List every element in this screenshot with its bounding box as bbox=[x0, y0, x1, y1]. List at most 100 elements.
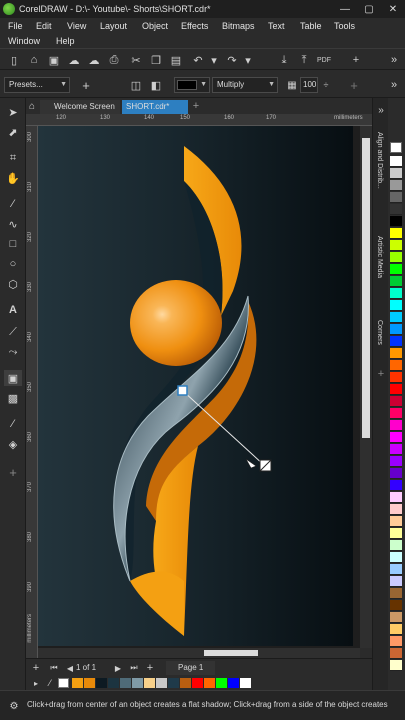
add-docker-icon[interactable]: + bbox=[373, 366, 389, 382]
palette-swatch[interactable] bbox=[390, 192, 402, 203]
maximize-button[interactable]: ▢ bbox=[357, 4, 381, 15]
palette-swatch[interactable] bbox=[390, 324, 402, 335]
document-color-swatch[interactable] bbox=[204, 678, 215, 688]
eyedropper-tool-icon[interactable]: ⁄ bbox=[4, 416, 22, 432]
drawing-canvas[interactable] bbox=[38, 126, 360, 648]
page-tab-1[interactable]: Page 1 bbox=[166, 661, 216, 675]
palette-swatch[interactable] bbox=[390, 288, 402, 299]
drop-shadow-icon[interactable]: ◫ bbox=[128, 77, 144, 93]
menu-tools[interactable]: Tools bbox=[334, 21, 355, 31]
propbar-overflow-icon[interactable]: » bbox=[386, 77, 402, 93]
cut-icon[interactable]: ✂ bbox=[128, 52, 144, 68]
palette-swatch[interactable] bbox=[390, 384, 402, 395]
add-page-after-icon[interactable]: + bbox=[142, 660, 158, 676]
inner-shadow-icon[interactable]: ◧ bbox=[148, 77, 164, 93]
add-tool-icon[interactable]: + bbox=[4, 464, 22, 480]
first-page-icon[interactable]: ⏮ bbox=[46, 660, 62, 676]
palette-swatch[interactable] bbox=[390, 624, 402, 635]
tab-document[interactable]: SHORT.cdr* bbox=[122, 100, 188, 114]
palette-swatch[interactable] bbox=[390, 360, 402, 371]
document-color-swatch[interactable] bbox=[72, 678, 83, 688]
palette-swatch[interactable] bbox=[390, 336, 402, 347]
pdf-export-icon[interactable]: PDF bbox=[316, 52, 332, 68]
palette-swatch[interactable] bbox=[390, 300, 402, 311]
document-color-swatch[interactable] bbox=[120, 678, 131, 688]
palette-swatch[interactable] bbox=[390, 576, 402, 587]
opacity-spinner-icon[interactable]: ÷ bbox=[318, 77, 334, 93]
palette-swatch[interactable] bbox=[390, 408, 402, 419]
palette-swatch[interactable] bbox=[390, 168, 402, 179]
transparency-tool-icon[interactable]: ▩ bbox=[4, 390, 22, 406]
export-icon[interactable]: ⤒ bbox=[296, 52, 312, 68]
vertical-scrollbar[interactable] bbox=[360, 126, 372, 648]
palette-swatch[interactable] bbox=[390, 240, 402, 251]
docker-tab-corners[interactable]: Corners bbox=[376, 320, 383, 345]
palette-swatch[interactable] bbox=[390, 468, 402, 479]
document-color-swatch[interactable] bbox=[240, 678, 251, 688]
palette-swatch[interactable] bbox=[390, 504, 402, 515]
status-settings-icon[interactable]: ⚙ bbox=[6, 698, 22, 714]
menu-layout[interactable]: Layout bbox=[100, 21, 127, 31]
save-icon[interactable]: ▣ bbox=[46, 52, 62, 68]
redo-dropdown-icon[interactable]: ▾ bbox=[240, 52, 256, 68]
parallel-dimension-tool-icon[interactable]: ⟋ bbox=[4, 324, 22, 340]
palette-swatch[interactable] bbox=[390, 636, 402, 647]
ellipse-tool-icon[interactable]: ○ bbox=[4, 256, 22, 272]
document-color-swatch[interactable] bbox=[84, 678, 95, 688]
document-color-swatch[interactable] bbox=[96, 678, 107, 688]
cloud-download-icon[interactable]: ☁ bbox=[86, 52, 102, 68]
palette-swatch[interactable] bbox=[390, 252, 402, 263]
text-tool-icon[interactable]: A bbox=[4, 302, 22, 318]
document-color-swatch[interactable] bbox=[192, 678, 203, 688]
no-color-swatch[interactable] bbox=[58, 678, 69, 688]
palette-swatch[interactable] bbox=[390, 156, 402, 167]
connector-tool-icon[interactable]: ⤳ bbox=[4, 344, 22, 360]
palette-swatch[interactable] bbox=[390, 372, 402, 383]
document-color-swatch[interactable] bbox=[216, 678, 227, 688]
menu-bitmaps[interactable]: Bitmaps bbox=[222, 21, 255, 31]
horizontal-scroll-thumb[interactable] bbox=[204, 650, 258, 656]
palette-swatch[interactable] bbox=[390, 456, 402, 467]
home-icon[interactable]: ⌂ bbox=[26, 98, 38, 114]
docker-tab-artistic-media[interactable]: Artistic Media bbox=[376, 236, 383, 278]
pick-tool-icon[interactable]: ➤ bbox=[4, 104, 22, 120]
palette-swatch[interactable] bbox=[390, 180, 402, 191]
menu-table[interactable]: Table bbox=[300, 21, 322, 31]
palette-swatch[interactable] bbox=[390, 516, 402, 527]
docker-tab-align[interactable]: Align and Distrib... bbox=[376, 132, 383, 189]
undo-dropdown-icon[interactable]: ▾ bbox=[206, 52, 222, 68]
palette-swatch[interactable] bbox=[390, 492, 402, 503]
horizontal-ruler[interactable]: 120 130 140 150 160 170 millimeters bbox=[26, 114, 372, 126]
add-property-icon[interactable]: + bbox=[346, 77, 362, 93]
vertical-ruler[interactable]: 300 310 320 330 340 350 360 370 380 390 … bbox=[26, 126, 38, 658]
palette-swatch[interactable] bbox=[390, 564, 402, 575]
palette-swatch[interactable] bbox=[390, 264, 402, 275]
shadow-color-picker[interactable]: ▼ bbox=[174, 77, 210, 93]
document-color-swatch[interactable] bbox=[228, 678, 239, 688]
redo-icon[interactable]: ↷ bbox=[224, 52, 240, 68]
menu-object[interactable]: Object bbox=[142, 21, 168, 31]
pan-tool-icon[interactable]: ✋ bbox=[4, 170, 22, 186]
last-page-icon[interactable]: ⏭ bbox=[126, 660, 142, 676]
palette-swatch[interactable] bbox=[390, 348, 402, 359]
docker-expand-icon[interactable]: » bbox=[373, 102, 389, 118]
add-toolbar-icon[interactable]: + bbox=[348, 52, 364, 68]
document-color-swatch[interactable] bbox=[156, 678, 167, 688]
shadow-start-handle[interactable] bbox=[177, 385, 188, 396]
print-icon[interactable]: ⎙ bbox=[106, 52, 122, 68]
palette-swatch[interactable] bbox=[390, 204, 402, 215]
paste-icon[interactable]: ▤ bbox=[168, 52, 184, 68]
undo-icon[interactable]: ↶ bbox=[190, 52, 206, 68]
menu-text[interactable]: Text bbox=[268, 21, 285, 31]
opacity-input[interactable]: 100 bbox=[300, 77, 318, 93]
palette-swatch[interactable] bbox=[390, 540, 402, 551]
orange-sphere[interactable] bbox=[130, 280, 222, 366]
palette-swatch[interactable] bbox=[390, 600, 402, 611]
minimize-button[interactable]: — bbox=[333, 4, 357, 15]
tab-welcome-screen[interactable]: Welcome Screen bbox=[40, 100, 120, 114]
add-page-before-icon[interactable]: + bbox=[28, 660, 44, 676]
copy-icon[interactable]: ❐ bbox=[148, 52, 164, 68]
menu-effects[interactable]: Effects bbox=[181, 21, 208, 31]
palette-swatch[interactable] bbox=[390, 420, 402, 431]
no-fill-swatch[interactable] bbox=[390, 142, 402, 153]
